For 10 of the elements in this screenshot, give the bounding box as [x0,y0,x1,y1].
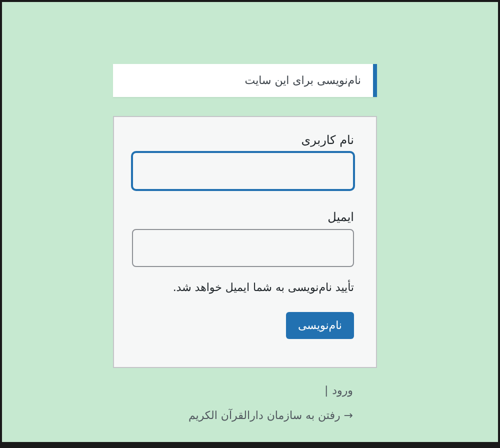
field-label: ایمیل [326,210,354,224]
field-label: نام کاربری [300,133,354,147]
input-field[interactable] [132,152,354,190]
register-button[interactable]: نام‌نویسی [286,312,354,339]
input-field[interactable] [132,229,354,267]
notice-message: نام‌نویسی برای این سایت [113,64,377,97]
info-text: تأیید نام‌نویسی به شما ایمیل خواهد شد. [172,281,354,294]
separator-text: | [324,384,328,397]
login-link[interactable]: ورود [332,384,353,397]
back-link[interactable]: → رفتن به سازمان دارالقرآن الکریم [113,409,353,422]
